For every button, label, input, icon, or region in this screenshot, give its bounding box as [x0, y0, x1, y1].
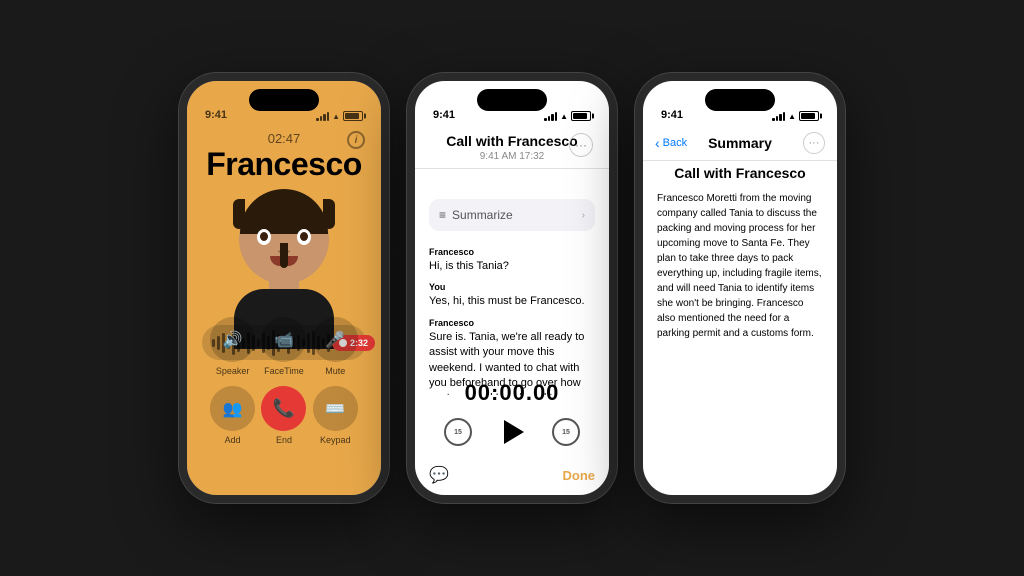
end-call-button[interactable]: 📞 End	[261, 386, 306, 445]
back-button[interactable]: ‹ Back	[655, 135, 687, 151]
wifi-icon-1: ▲	[332, 112, 340, 121]
skip-forward-label: 15	[562, 429, 570, 436]
play-button[interactable]	[494, 414, 530, 450]
summary-more-button[interactable]: ···	[803, 132, 825, 154]
caller-name: Francesco	[187, 146, 381, 183]
dynamic-island	[249, 89, 319, 111]
facetime-icon: 📹	[261, 317, 306, 362]
play-icon	[504, 420, 524, 444]
skip-forward-button[interactable]: 15	[552, 418, 580, 446]
summarize-icon: ≡	[439, 208, 446, 222]
phone-transcript: 9:41 ▲ Call with Francesco 9:41	[407, 73, 617, 503]
mute-icon: 🎤	[313, 317, 358, 362]
memoji-eye-right	[297, 229, 311, 245]
skip-back-label: 15	[454, 429, 462, 436]
battery-icon-2	[571, 111, 591, 121]
controls-row-bottom: 👥 Add 📞 End ⌨️ Keypad	[207, 386, 361, 445]
battery-fill-1	[345, 113, 359, 119]
signal-bar-4	[327, 112, 330, 121]
transcript-bottom-bar: 💬 Done	[429, 465, 595, 485]
battery-fill-2	[573, 113, 587, 119]
mute-button[interactable]: 🎤 Mute	[313, 317, 358, 376]
phones-container: 9:41 ▲ i 02:47 Francesco	[159, 53, 865, 523]
transcript-line-2: Yes, hi, this must be Francesco.	[429, 294, 595, 309]
active-call-screen: 9:41 ▲ i 02:47 Francesco	[187, 81, 381, 495]
add-label: Add	[225, 435, 241, 445]
speaker-icon: 🔊	[210, 317, 255, 362]
battery-icon-1	[343, 111, 363, 121]
status-icons-3: ▲	[772, 111, 819, 121]
signal-icon-2	[544, 111, 557, 121]
wifi-icon-2: ▲	[560, 112, 568, 121]
add-icon: 👥	[210, 386, 255, 431]
keypad-icon: ⌨️	[313, 386, 358, 431]
memoji-eye-left	[257, 229, 271, 245]
transcript-line-1: Hi, is this Tania?	[429, 259, 595, 274]
status-icons-1: ▲	[316, 111, 363, 121]
keypad-button[interactable]: ⌨️ Keypad	[313, 386, 358, 445]
phone-active-call: 9:41 ▲ i 02:47 Francesco	[179, 73, 389, 503]
memoji-brow-left	[254, 220, 272, 226]
back-chevron-icon: ‹	[655, 135, 660, 151]
status-time-3: 9:41	[661, 109, 683, 121]
summary-content: Call with Francesco Francesco Moretti fr…	[657, 165, 823, 475]
status-time-1: 9:41	[205, 109, 227, 121]
summarize-chevron-icon: ›	[582, 210, 585, 221]
signal-icon-1	[316, 111, 329, 121]
signal-bar-2	[320, 116, 323, 121]
speech-bubble-icon: 💬	[429, 465, 449, 485]
status-time-2: 9:41	[433, 109, 455, 121]
summary-call-title: Call with Francesco	[657, 165, 823, 181]
mute-label: Mute	[325, 366, 345, 376]
facetime-label: FaceTime	[264, 366, 304, 376]
transcript-speaker-1: Francesco	[429, 247, 595, 257]
dynamic-island-2	[477, 89, 547, 111]
playback-timer: 00:00.00	[465, 380, 560, 406]
battery-fill-3	[801, 113, 815, 119]
transcript-speaker-2: You	[429, 282, 595, 292]
call-duration: 02:47	[187, 131, 381, 146]
memoji-head	[239, 194, 329, 284]
summary-body-text: Francesco Moretti from the moving compan…	[657, 191, 823, 341]
memoji-pupil-right	[300, 232, 308, 241]
phone-summary: 9:41 ▲ ‹ Back	[635, 73, 845, 503]
signal-icon-3	[772, 111, 785, 121]
facetime-button[interactable]: 📹 FaceTime	[261, 317, 306, 376]
memoji-hair	[240, 189, 328, 234]
summary-screen: 9:41 ▲ ‹ Back	[643, 81, 837, 495]
memoji-mouth	[270, 256, 298, 266]
end-call-icon: 📞	[261, 386, 306, 431]
signal-bar-3	[323, 114, 326, 121]
back-label: Back	[663, 137, 687, 149]
speaker-label: Speaker	[216, 366, 250, 376]
signal-bar-1	[316, 118, 319, 121]
summarize-label: Summarize	[452, 208, 576, 222]
transcript-content: Francesco Hi, is this Tania? You Yes, hi…	[415, 239, 609, 395]
summary-navigation: ‹ Back Summary ···	[643, 125, 837, 161]
status-icons-2: ▲	[544, 111, 591, 121]
skip-back-button[interactable]: 15	[444, 418, 472, 446]
transcript-screen: 9:41 ▲ Call with Francesco 9:41	[415, 81, 609, 495]
controls-row-top: 🔊 Speaker 📹 FaceTime 🎤 Mute	[207, 317, 361, 376]
done-button[interactable]: Done	[563, 468, 596, 483]
dynamic-island-3	[705, 89, 775, 111]
playback-section: 00:00.00 15 15	[415, 380, 609, 450]
transcript-speaker-3: Francesco	[429, 318, 595, 328]
summary-nav-title: Summary	[708, 135, 772, 151]
add-button[interactable]: 👥 Add	[210, 386, 255, 445]
speaker-button[interactable]: 🔊 Speaker	[210, 317, 255, 376]
call-controls: 🔊 Speaker 📹 FaceTime 🎤 Mute 👥	[187, 317, 381, 445]
more-options-button[interactable]: ···	[569, 133, 593, 157]
transcript-call-subtitle: 9:41 AM 17:32	[431, 151, 593, 162]
memoji-pupil-left	[260, 232, 268, 241]
playback-controls: 15 15	[444, 414, 580, 450]
end-label: End	[276, 435, 292, 445]
memoji-beard	[280, 243, 288, 268]
keypad-label: Keypad	[320, 435, 351, 445]
battery-icon-3	[799, 111, 819, 121]
summarize-bar[interactable]: ≡ Summarize ›	[429, 199, 595, 231]
wifi-icon-3: ▲	[788, 112, 796, 121]
